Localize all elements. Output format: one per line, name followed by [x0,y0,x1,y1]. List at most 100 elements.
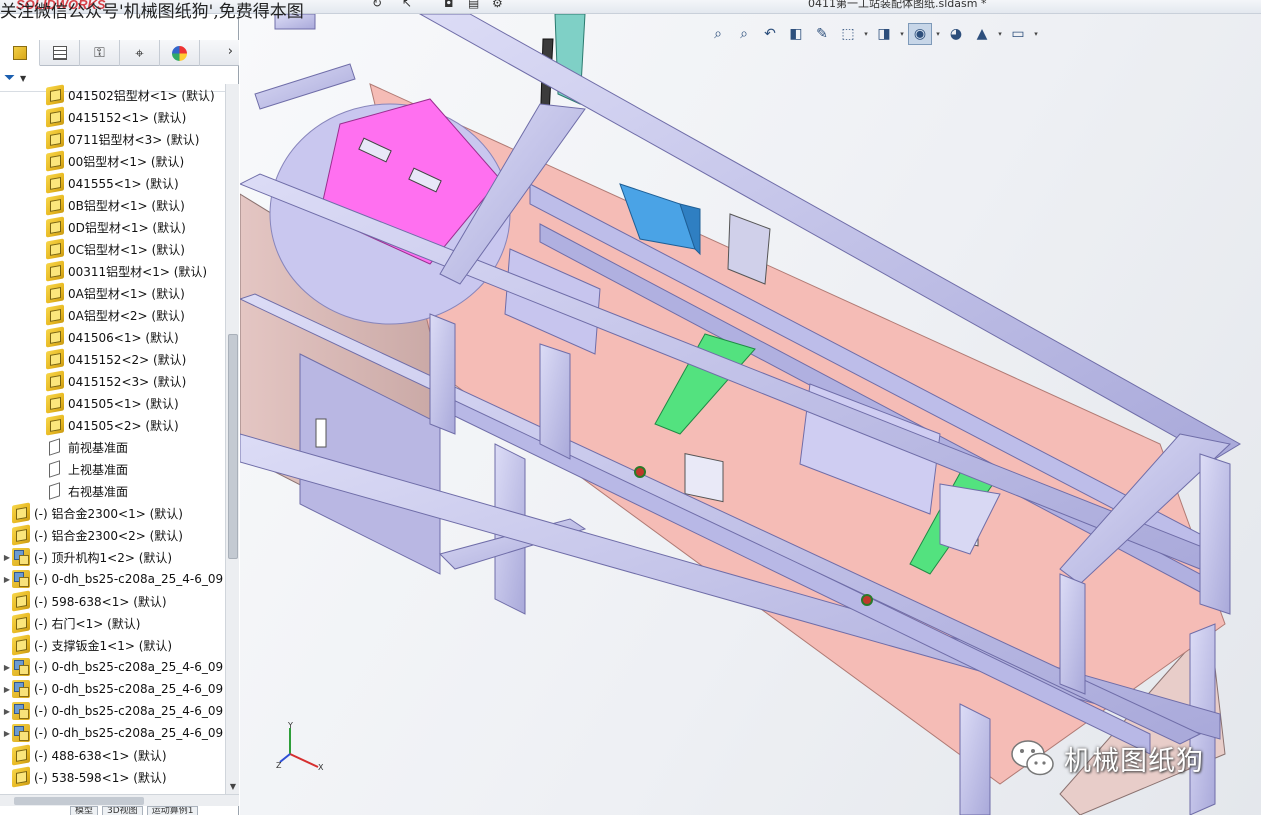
display-manager-tab[interactable] [160,40,200,66]
watermark-bottom-text: 机械图纸狗 [1064,745,1204,777]
zoom-to-fit-icon[interactable]: ⌕ [706,23,730,45]
tab-3d-view[interactable]: 3D视图 [102,806,143,815]
tree-item[interactable]: 0415152<1> (默认) [36,106,186,128]
part-icon [46,326,64,348]
scrollbar-thumb[interactable] [14,797,144,805]
tree-item[interactable]: 0A铝型材<2> (默认) [36,304,185,326]
tree-item[interactable]: 0A铝型材<1> (默认) [36,282,185,304]
tree-item[interactable]: 0415152<2> (默认) [36,348,186,370]
view-settings-icon[interactable]: ▭ [1006,23,1030,45]
part-icon [46,282,64,304]
part-icon [46,216,64,238]
tree-item[interactable]: 上视基准面 [36,458,128,480]
expand-arrow-icon[interactable]: ▶ [2,685,12,694]
tree-item[interactable]: 041502铝型材<1> (默认) [36,84,215,106]
tree-horizontal-scrollbar[interactable] [0,794,239,806]
tree-item[interactable]: 041505<1> (默认) [36,392,179,414]
chevron-down-icon[interactable]: ▼ [20,74,26,83]
tree-item[interactable]: (-) 538-598<1> (默认) [2,766,167,788]
tree-item[interactable]: 前视基准面 [36,436,128,458]
select-cursor-icon[interactable]: ↖ [402,0,412,10]
tree-item[interactable]: 0D铝型材<1> (默认) [36,216,186,238]
expand-arrow-icon[interactable]: ▶ [2,729,12,738]
dynamic-annotation-icon[interactable]: ✎ [810,23,834,45]
part-icon [12,766,30,788]
frame-post [1199,453,1231,615]
tree-vertical-scrollbar[interactable]: ▼ [225,84,239,794]
tree-item[interactable]: 041506<1> (默认) [36,326,179,348]
tab-model[interactable]: 模型 [70,806,99,815]
tree-item-label: 041505<2> (默认) [68,418,179,433]
config-icon: ⚿ [94,45,105,61]
tab-motion-study[interactable]: 运动算例1 [146,806,199,815]
chevron-down-icon[interactable]: ▾ [898,30,906,38]
hide-show-items-icon[interactable]: ◉ [908,23,932,45]
subassembly-icon [12,548,30,566]
chevron-right-icon[interactable]: › [228,44,233,59]
tree-item[interactable]: ▶ (-) 0-dh_bs25-c208a_25_4-6_09 [2,700,223,722]
chevron-down-icon[interactable]: ▾ [1032,30,1040,38]
previous-view-icon[interactable]: ↶ [758,23,782,45]
featuremanager-tab[interactable] [0,40,40,66]
tree-item-label: 0D铝型材<1> (默认) [68,220,186,235]
traffic-light-icon[interactable]: ◘ [444,0,454,10]
graphics-viewport[interactable]: ⌕ ⌕ ↶ ◧ ✎ ⬚ ▾ ◨ ▾ ◉ ▾ ◕ ▲ ▾ ▭ ▾ Y X Z 机械… [240,14,1261,815]
view-orientation-icon[interactable]: ⬚ [836,23,860,45]
tree-item[interactable]: ▶ (-) 0-dh_bs25-c208a_25_4-6_09 [2,656,223,678]
part-icon [12,744,30,766]
part-icon [46,392,64,414]
chevron-down-icon[interactable]: ▾ [996,30,1004,38]
tree-item[interactable]: 00铝型材<1> (默认) [36,150,184,172]
tree-item[interactable]: (-) 598-638<1> (默认) [2,590,167,612]
tree-item-label: 0415152<3> (默认) [68,374,187,389]
tree-item[interactable]: 041505<2> (默认) [36,414,179,436]
scrollbar-thumb[interactable] [228,334,238,559]
chevron-down-icon[interactable]: ▾ [862,30,870,38]
plane-icon [49,482,60,500]
watermark-bottom: 机械图纸狗 [1010,738,1204,778]
sensor-indicator [634,466,646,478]
tree-item[interactable]: (-) 铝合金2300<1> (默认) [2,502,183,524]
tree-item[interactable]: ▶ (-) 0-dh_bs25-c208a_25_4-6_09 [2,722,223,744]
chevron-down-icon[interactable]: ▾ [934,30,942,38]
expand-arrow-icon[interactable]: ▶ [2,553,12,562]
tree-item-label: (-) 右门<1> (默认) [34,616,141,631]
tree-item-label: 00铝型材<1> (默认) [68,154,185,169]
configurationmanager-tab[interactable]: ⚿ [80,40,120,66]
dimxpert-tab[interactable]: ⌖ [120,40,160,66]
tree-item-label: 0415152<1> (默认) [68,110,187,125]
subassembly-icon [12,724,30,742]
tree-item[interactable]: 0B铝型材<1> (默认) [36,194,185,216]
tree-item[interactable]: ▶ (-) 0-dh_bs25-c208a_25_4-6_09 [2,678,223,700]
part-icon [46,414,64,436]
display-style-icon[interactable]: ◨ [872,23,896,45]
panel-tabs: ⚿ ⌖ › [0,40,239,66]
sensor-indicator [861,594,873,606]
tree-item[interactable]: 00311铝型材<1> (默认) [36,260,207,282]
expand-arrow-icon[interactable]: ▶ [2,575,12,584]
scroll-down-arrow-icon[interactable]: ▼ [226,780,240,794]
tree-item[interactable]: 右视基准面 [36,480,128,502]
tree-item[interactable]: (-) 支撑钣金1<1> (默认) [2,634,172,656]
expand-arrow-icon[interactable]: ▶ [2,663,12,672]
tree-item[interactable]: (-) 488-638<1> (默认) [2,744,167,766]
options-gear-icon[interactable]: ⚙ [492,0,503,10]
tree-item[interactable]: (-) 右门<1> (默认) [2,612,140,634]
tree-item[interactable]: (-) 铝合金2300<2> (默认) [2,524,183,546]
tree-item[interactable]: 041555<1> (默认) [36,172,179,194]
zoom-to-area-icon[interactable]: ⌕ [732,23,756,45]
tree-item[interactable]: 0711铝型材<3> (默认) [36,128,199,150]
tree-item[interactable]: 0415152<3> (默认) [36,370,186,392]
rebuild-icon[interactable]: ↻ [372,0,382,10]
tree-item[interactable]: ▶ (-) 0-dh_bs25-c208a_25_4-6_09 [2,568,223,590]
tree-item[interactable]: 0C铝型材<1> (默认) [36,238,185,260]
propertymanager-tab[interactable] [40,40,80,66]
guide-block [684,452,724,503]
apply-scene-icon[interactable]: ▲ [970,23,994,45]
edit-appearance-icon[interactable]: ◕ [944,23,968,45]
expand-arrow-icon[interactable]: ▶ [2,707,12,716]
file-properties-icon[interactable]: ▤ [468,0,479,10]
tree-item[interactable]: ▶ (-) 顶升机构1<2> (默认) [2,546,172,568]
section-view-icon[interactable]: ◧ [784,23,808,45]
tree-item-label: 041555<1> (默认) [68,176,179,191]
